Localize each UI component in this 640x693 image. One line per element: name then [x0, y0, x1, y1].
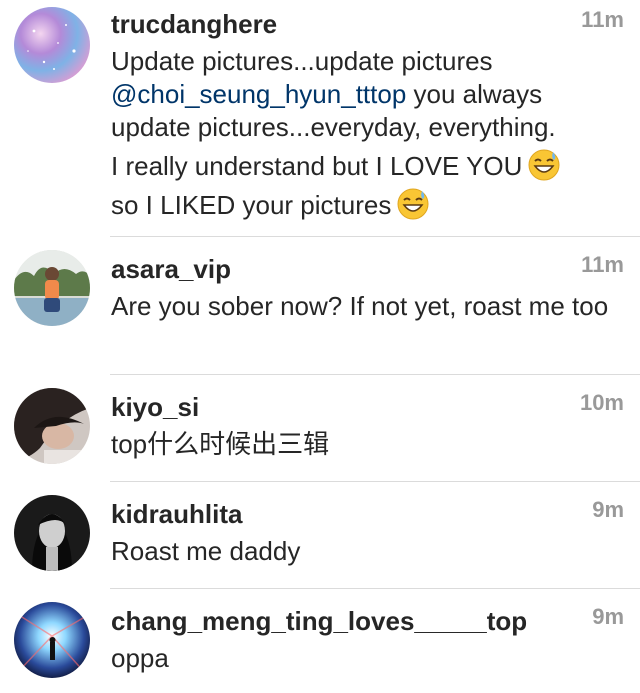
grinning-sweat-emoji-icon	[528, 149, 560, 181]
comment-timestamp: 9m	[592, 604, 624, 629]
comment-item: asara_vip 11m Are you sober now? If not …	[0, 237, 640, 374]
comment-timestamp: 11m	[581, 252, 624, 277]
avatar-portrait-image	[14, 495, 90, 571]
comment-timestamp: 9m	[592, 497, 624, 522]
comment-text: Roast me daddy	[111, 536, 301, 566]
comment-text: Update pictures...update pictures @choi_…	[111, 45, 621, 222]
comment-text-line: Update pictures...update pictures	[111, 46, 493, 76]
comment-username[interactable]: chang_meng_ting_loves_____top	[111, 606, 527, 636]
comment-text-fragment: I really understand but I LOVE YOU	[111, 151, 523, 181]
comment-item: chang_meng_ting_loves_____top 9m oppa	[0, 589, 640, 693]
comment-item: kidrauhlita 9m Roast me daddy	[0, 482, 640, 588]
avatar-light-burst-image	[14, 602, 90, 678]
avatar[interactable]	[14, 388, 90, 464]
comment-text-fragment: so I LIKED your pictures	[111, 190, 392, 220]
comment-text-line: update pictures...everyday, everything.	[111, 112, 556, 142]
comment-item: trucdanghere 11m Update pictures...updat…	[0, 0, 640, 236]
avatar-person-image	[14, 250, 90, 326]
comment-username[interactable]: trucdanghere	[111, 9, 277, 39]
comment-text-line: so I LIKED your pictures	[111, 188, 621, 222]
avatar[interactable]	[14, 495, 90, 571]
avatar-galaxy-image	[14, 7, 90, 83]
avatar[interactable]	[14, 602, 90, 678]
comment-text: oppa	[111, 643, 169, 673]
comment-username[interactable]: kiyo_si	[111, 392, 199, 422]
comment-text: Are you sober now? If not yet, roast me …	[111, 291, 609, 321]
comment-timestamp: 11m	[581, 7, 624, 32]
avatar[interactable]	[14, 250, 90, 326]
grinning-sweat-emoji-icon	[397, 188, 429, 220]
comment-item: kiyo_si 10m top什么时候出三辑	[0, 375, 640, 481]
comment-text-fragment: you always	[406, 79, 543, 109]
comment-text: top什么时候出三辑	[111, 429, 330, 459]
comment-timestamp: 10m	[579, 390, 624, 415]
comment-text-line: @choi_seung_hyun_tttop you always	[111, 78, 621, 111]
comment-username[interactable]: asara_vip	[111, 254, 231, 284]
comment-text-line: I really understand but I LOVE YOU	[111, 149, 621, 183]
mention-link[interactable]: @choi_seung_hyun_tttop	[111, 79, 406, 109]
comment-username[interactable]: kidrauhlita	[111, 499, 242, 529]
avatar-person-image	[14, 388, 90, 464]
avatar[interactable]	[14, 7, 90, 83]
